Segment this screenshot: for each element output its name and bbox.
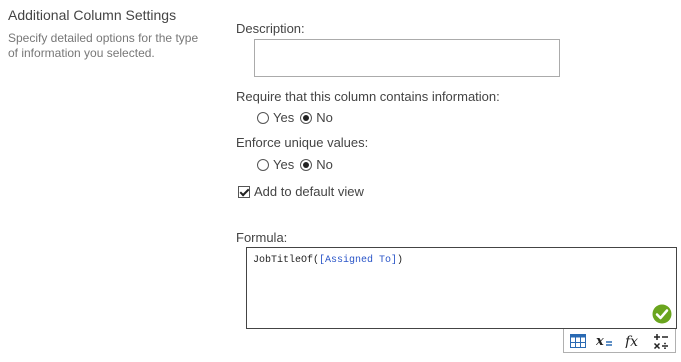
default-view-label[interactable]: Add to default view [254, 184, 364, 199]
require-no-label[interactable]: No [316, 110, 333, 125]
operators-icon[interactable] [650, 331, 672, 351]
unique-no-label[interactable]: No [316, 157, 333, 172]
description-input[interactable] [254, 39, 560, 77]
section-description: Specify detailed options for the type of… [8, 31, 199, 60]
default-view-row: Add to default view [238, 184, 370, 199]
require-label: Require that this column contains inform… [236, 89, 500, 104]
svg-text:fx: fx [624, 334, 638, 348]
unique-yes-label[interactable]: Yes [273, 157, 294, 172]
formula-text: JobTitleOf([Assigned To]) [253, 255, 403, 266]
formula-column-ref: [Assigned To] [319, 255, 398, 266]
function-icon[interactable]: fx [622, 331, 644, 351]
section-title: Additional Column Settings [8, 7, 177, 23]
description-label: Description: [236, 21, 305, 36]
unique-yes-radio[interactable] [257, 158, 269, 171]
require-yes-label[interactable]: Yes [273, 110, 294, 125]
unique-label: Enforce unique values: [236, 135, 369, 150]
default-view-checkbox[interactable] [238, 185, 250, 198]
formula-close: ) [397, 255, 404, 266]
require-radio-group: Yes No [257, 110, 339, 125]
require-yes-radio[interactable] [257, 111, 269, 124]
check-circle-icon [652, 304, 672, 324]
svg-text:x: x [596, 334, 604, 348]
formula-label: Formula: [236, 230, 288, 245]
formula-input[interactable]: JobTitleOf([Assigned To]) [246, 247, 677, 329]
variable-icon[interactable]: x [595, 331, 617, 351]
unique-no-radio[interactable] [300, 158, 313, 171]
formula-toolbar: x fx [563, 329, 676, 353]
table-icon[interactable] [567, 331, 589, 351]
formula-function: JobTitleOf( [253, 255, 320, 266]
unique-radio-group: Yes No [257, 157, 339, 172]
require-no-radio[interactable] [300, 111, 313, 124]
